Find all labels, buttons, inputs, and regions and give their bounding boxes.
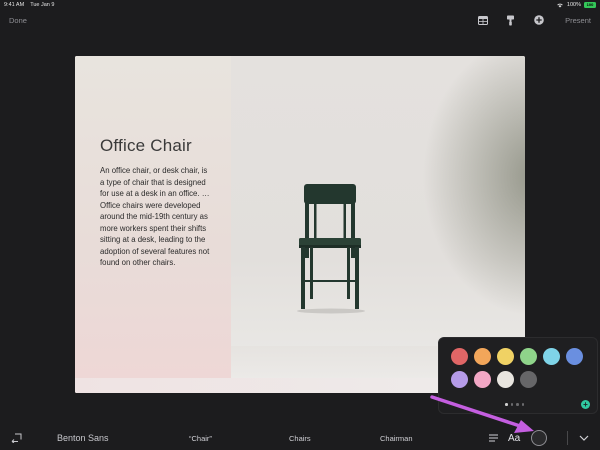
top-toolbar: Done Present — [0, 11, 600, 29]
color-swatch[interactable] — [520, 371, 537, 388]
wifi-icon — [557, 3, 563, 8]
color-swatch[interactable] — [497, 348, 514, 365]
color-swatch[interactable] — [474, 371, 491, 388]
text-color-button[interactable] — [531, 430, 547, 446]
color-swatch[interactable] — [566, 348, 583, 365]
color-swatch[interactable] — [543, 348, 560, 365]
status-right: 100% 100 — [556, 2, 596, 8]
suggestion-3[interactable]: Chairman — [380, 434, 413, 443]
color-swatch[interactable] — [474, 348, 491, 365]
keyboard-shortcut-bar: Benton Sans “Chair” Chairs Chairman Aa — [0, 426, 600, 450]
status-date: Tue Jan 9 — [30, 2, 55, 8]
status-bar: 9:41 AM Tue Jan 9 100% 100 — [0, 0, 600, 10]
chevron-down-icon[interactable] — [579, 435, 589, 441]
suggestion-1[interactable]: “Chair” — [189, 434, 212, 443]
text-style-button[interactable]: Aa — [508, 433, 520, 444]
toolbar-divider — [567, 431, 568, 445]
color-swatch[interactable] — [497, 371, 514, 388]
chair-illustration — [297, 184, 365, 314]
suggestion-2[interactable]: Chairs — [289, 434, 311, 443]
done-button[interactable]: Done — [9, 16, 27, 25]
paintbrush-icon[interactable] — [505, 15, 516, 26]
color-swatch[interactable] — [520, 348, 537, 365]
toolbar-icons: Present — [477, 15, 591, 26]
battery-icon: 100 — [584, 2, 596, 8]
add-color-button[interactable]: + — [581, 400, 590, 409]
slide-body-text[interactable]: An office chair, or desk chair, is a typ… — [100, 165, 212, 269]
color-swatches — [451, 348, 583, 388]
add-icon[interactable] — [533, 15, 544, 26]
color-swatch[interactable] — [451, 371, 468, 388]
table-icon[interactable] — [477, 15, 488, 26]
present-button[interactable]: Present — [565, 16, 591, 25]
slide-title[interactable]: Office Chair — [100, 136, 192, 156]
undo-layout-icon[interactable] — [11, 433, 22, 443]
color-swatch[interactable] — [451, 348, 468, 365]
status-time: 9:41 AM — [4, 2, 25, 8]
font-name-button[interactable]: Benton Sans — [57, 433, 109, 443]
paragraph-align-icon[interactable] — [489, 434, 498, 442]
battery-percent: 100% — [566, 2, 581, 8]
